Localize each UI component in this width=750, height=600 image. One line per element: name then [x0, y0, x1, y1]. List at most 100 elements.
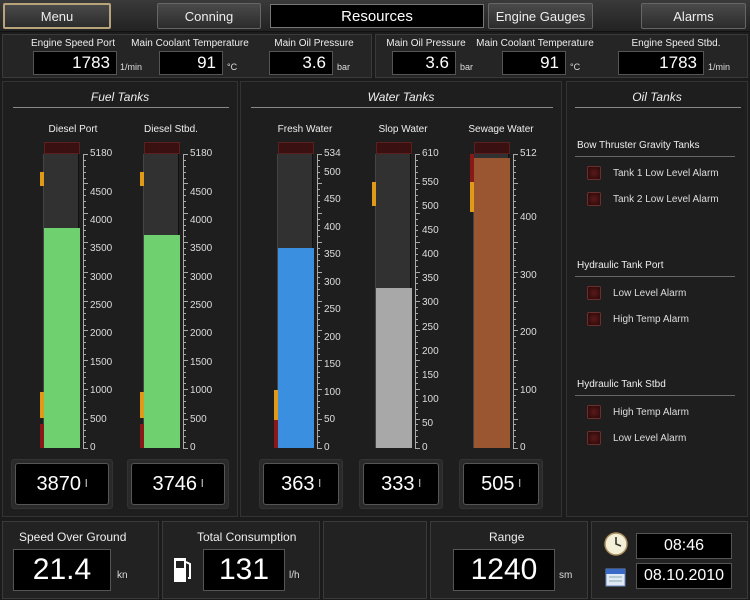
scale-tick — [183, 342, 186, 344]
tick-label: 450 — [422, 225, 439, 237]
oil-tanks-panel: Oil Tanks Bow Thruster Gravity Tanks Tank… — [566, 81, 748, 517]
scale-tick — [317, 289, 320, 291]
tick-label: 3500 — [190, 243, 213, 255]
tank-readout: 3746 l — [131, 463, 225, 505]
tank-fill — [474, 158, 510, 448]
scale-tick — [415, 259, 418, 261]
scale-tick — [513, 171, 516, 173]
tick-label: 500 — [190, 413, 207, 425]
scale-tick — [183, 218, 186, 220]
scale-tick — [317, 206, 320, 208]
level-marker — [140, 424, 144, 448]
range-title: Range — [489, 530, 525, 544]
scale-tick — [317, 436, 320, 438]
tick-label: 4000 — [90, 214, 113, 226]
scale-tick — [415, 283, 418, 285]
conning-button[interactable]: Conning — [157, 3, 261, 29]
scale-tick — [513, 177, 516, 179]
scale-tick — [415, 424, 418, 426]
menu-button[interactable]: Menu — [3, 3, 111, 29]
level-marker — [372, 182, 376, 206]
scale-tick — [183, 201, 186, 203]
scale-tick — [83, 259, 86, 261]
scale-tick — [83, 353, 86, 355]
scale-tick — [415, 248, 418, 250]
scale-tick — [513, 306, 516, 308]
scale-tick — [513, 218, 516, 220]
scale-tick — [83, 289, 86, 291]
scale-tick — [317, 177, 320, 179]
range-panel: Range 1240 sm — [430, 521, 588, 599]
scale-tick — [513, 242, 518, 244]
scale-tick — [183, 389, 188, 391]
main-coolant-temp-port-gauge: Main Coolant Temperature 91 °C — [129, 35, 251, 79]
scale-tick — [317, 218, 320, 220]
gauge-label: Main Coolant Temperature — [476, 38, 594, 49]
tick-label: 0 — [422, 442, 428, 453]
scale-tick — [83, 400, 86, 402]
scale-tick — [415, 171, 418, 173]
scale-tick — [83, 336, 86, 338]
scale-tick — [415, 448, 420, 449]
tank-label: Slop Water — [378, 124, 428, 135]
alarms-button[interactable]: Alarms — [641, 3, 746, 29]
scale-tick — [513, 436, 516, 438]
tick-label: 2500 — [90, 300, 113, 312]
scale-tick — [83, 442, 86, 444]
scale-tick — [415, 348, 418, 350]
scale-tick — [83, 159, 86, 161]
scale-tick — [415, 271, 420, 273]
scale-tick — [183, 283, 186, 285]
scale-tick — [83, 371, 86, 373]
scale-tick — [317, 400, 320, 402]
alarm-lamp — [587, 286, 601, 300]
scale-tick — [415, 165, 418, 167]
main-coolant-temp-stbd-gauge: Main Coolant Temperature 91 °C — [474, 35, 596, 79]
scale-tick — [513, 365, 516, 367]
alarm-label: High Temp Alarm — [613, 313, 689, 325]
scale-tick — [415, 206, 418, 208]
scale-tick — [513, 289, 516, 291]
tick-label: 1000 — [190, 385, 213, 397]
engine-gauges-button[interactable]: Engine Gauges — [488, 3, 593, 29]
tick-label: 2500 — [190, 300, 213, 312]
scale-tick — [513, 412, 516, 414]
scale-tick — [415, 201, 418, 203]
scale-tick — [83, 236, 86, 238]
level-marker — [140, 392, 144, 418]
scale-tick — [415, 253, 418, 255]
scale-tick — [183, 448, 188, 449]
scale-tick — [183, 359, 188, 361]
scale-tick — [317, 318, 320, 320]
divider — [13, 107, 229, 108]
scale-tick — [317, 301, 322, 302]
scale-tick — [317, 389, 322, 391]
alarm-label: Low Level Alarm — [613, 287, 687, 299]
scale-tick — [513, 206, 516, 208]
scale-tick — [83, 448, 88, 449]
scale-tick — [415, 430, 418, 432]
scale-tick — [317, 430, 320, 432]
gauge-unit: °C — [570, 62, 581, 72]
gauge-unit: bar — [460, 62, 474, 72]
scale-tick — [183, 230, 186, 232]
scale-tick — [513, 248, 516, 250]
tank-cap — [278, 142, 314, 154]
fuel-tanks-panel: Fuel Tanks Diesel Port 5180 4500 4000 3500 30… — [2, 81, 238, 517]
alarm-label: Tank 2 Low Level Alarm — [613, 193, 719, 205]
scale-tick — [317, 224, 320, 226]
scale-tick — [83, 154, 88, 155]
scale-tick — [513, 154, 518, 155]
tick-label: 300 — [324, 276, 341, 288]
alarm-row: High Temp Alarm — [587, 312, 689, 326]
scale-tick — [513, 195, 516, 197]
tank-label: Diesel Stbd. — [144, 124, 198, 135]
gauge-value: 91 — [159, 51, 223, 75]
gauge-label: Main Oil Pressure — [386, 38, 466, 49]
scale-tick — [183, 400, 186, 402]
scale-tick — [513, 400, 516, 402]
tick-label: 150 — [422, 369, 439, 381]
scale-tick — [183, 242, 188, 244]
scale-tick — [183, 271, 188, 273]
tank-readout: 333 l — [363, 463, 439, 505]
